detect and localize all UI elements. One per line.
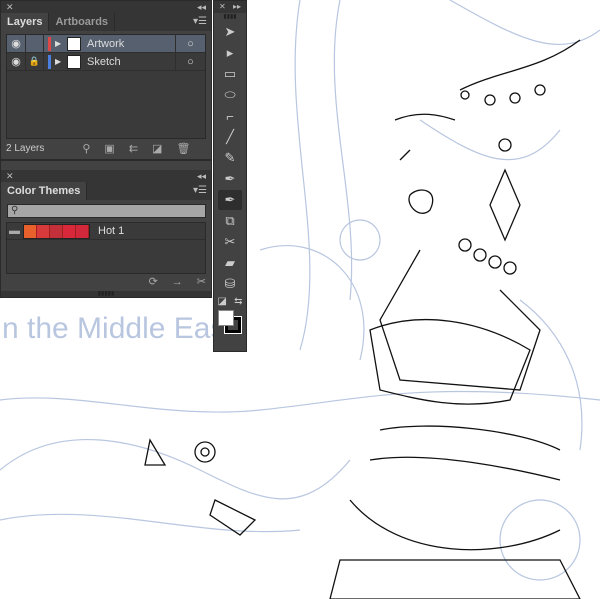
explore-icon[interactable]: ✂ xyxy=(197,275,206,288)
refresh-icon[interactable]: ⟳ xyxy=(149,275,158,288)
add-to-swatches-icon[interactable]: → xyxy=(172,276,183,288)
layer-count: 2 Layers xyxy=(6,143,45,154)
layers-list: ◉ ▶ Artwork ○ ◉ 🔒 ▶ Sketch ○ xyxy=(6,34,206,139)
collapse-icon[interactable]: ◂◂ xyxy=(197,1,206,13)
direct-selection-tool-icon[interactable]: ▸ xyxy=(218,43,242,63)
layer-color xyxy=(48,54,51,69)
locate-object-icon[interactable]: ⚲ xyxy=(82,142,90,155)
eraser-tool-icon[interactable]: ▰ xyxy=(218,253,242,273)
color-swatch[interactable] xyxy=(37,224,50,238)
tools-panel: ✕ ▸▸ ▮▮▮▮ ➤ ▸ ▭ ⬭ ⌐ ╱ ✎ ✒ ✒ ⧉ ✂ ▰ ⛁ ◪ ⇆ xyxy=(213,0,247,352)
new-layer-icon[interactable]: ◪ xyxy=(152,142,162,155)
lock-toggle[interactable] xyxy=(26,34,44,53)
themes-list: ▬ Hot 1 xyxy=(6,222,206,274)
color-themes-panel: ✕ ◂◂ Color Themes ▾☰ ⚲ ▬ Hot 1 ⟳ → ✂ ▮▮▮▮… xyxy=(0,160,212,298)
tab-layers[interactable]: Layers xyxy=(1,13,50,31)
eye-icon[interactable]: ◉ xyxy=(7,34,26,53)
panel-menu-icon[interactable]: ▾☰ xyxy=(193,185,207,196)
folder-icon: ▬ xyxy=(9,225,20,237)
rectangle-tool-icon[interactable]: ▭ xyxy=(218,64,242,84)
pen-tool-icon[interactable]: ✒ xyxy=(218,169,242,189)
color-swatch[interactable] xyxy=(76,224,89,238)
trash-icon[interactable]: 🗑 xyxy=(176,142,190,155)
color-swatch[interactable] xyxy=(63,224,76,238)
close-icon[interactable]: ✕ xyxy=(6,1,14,13)
layer-name[interactable]: Artwork xyxy=(87,38,175,50)
pencil-tool-icon[interactable]: ✎ xyxy=(218,148,242,168)
color-swatch[interactable] xyxy=(24,224,37,238)
theme-swatches xyxy=(23,223,90,239)
search-input[interactable]: ⚲ xyxy=(7,204,206,218)
panel-resize-grip[interactable]: ▮▮▮▮▮ xyxy=(1,291,211,297)
selection-tool-icon[interactable]: ➤ xyxy=(218,22,242,42)
scissors-tool-icon[interactable]: ✂ xyxy=(218,232,242,252)
close-icon[interactable]: ✕ xyxy=(6,170,14,182)
color-swatch[interactable] xyxy=(50,224,63,238)
expand-icon[interactable]: ▸▸ xyxy=(233,1,241,13)
collapse-icon[interactable]: ◂◂ xyxy=(197,170,206,182)
default-colors-icon[interactable]: ◪ xyxy=(218,296,227,307)
pen-anchor-tool-icon[interactable]: ✒ xyxy=(218,190,242,210)
layer-color xyxy=(48,36,51,51)
layer-thumbnail xyxy=(67,54,81,69)
clipping-mask-icon[interactable]: ▣ xyxy=(104,142,114,155)
layers-panel: ✕ ◂◂ Layers Artboards ▾☰ ◉ ▶ Artwork ○ ◉ … xyxy=(0,0,212,160)
panel-menu-icon[interactable]: ▾☰ xyxy=(193,16,207,27)
fill-color-swatch[interactable] xyxy=(218,310,234,326)
layer-thumbnail xyxy=(67,36,81,51)
theme-name: Hot 1 xyxy=(98,225,125,237)
toolbar-grip[interactable]: ▮▮▮▮ xyxy=(214,13,246,21)
tab-color-themes[interactable]: Color Themes xyxy=(1,182,88,200)
sketch-text: n the Middle East xyxy=(2,312,234,345)
line-tool-icon[interactable]: ╱ xyxy=(218,127,242,147)
expand-triangle-icon[interactable]: ▶ xyxy=(55,39,67,48)
tab-artboards[interactable]: Artboards xyxy=(49,13,116,31)
target-circle-icon[interactable]: ○ xyxy=(175,52,205,71)
layer-row-artwork[interactable]: ◉ ▶ Artwork ○ xyxy=(7,34,205,53)
polygon-tool-icon[interactable]: ⌐ xyxy=(218,106,242,126)
layer-row-sketch[interactable]: ◉ 🔒 ▶ Sketch ○ xyxy=(7,52,205,71)
close-icon[interactable]: ✕ xyxy=(219,1,226,13)
shape-builder-tool-icon[interactable]: ⧉ xyxy=(218,211,242,231)
expand-triangle-icon[interactable]: ▶ xyxy=(55,57,67,66)
eye-icon[interactable]: ◉ xyxy=(7,52,26,71)
layer-name[interactable]: Sketch xyxy=(87,56,175,68)
new-sublayer-icon[interactable]: ⇇ xyxy=(129,142,138,155)
search-icon: ⚲ xyxy=(11,205,19,216)
target-circle-icon[interactable]: ○ xyxy=(175,34,205,53)
swap-colors-icon[interactable]: ⇆ xyxy=(234,296,242,307)
symbol-sprayer-tool-icon[interactable]: ⛁ xyxy=(218,274,242,294)
ellipse-tool-icon[interactable]: ⬭ xyxy=(218,85,242,105)
theme-row[interactable]: ▬ Hot 1 xyxy=(7,223,205,240)
lock-icon[interactable]: 🔒 xyxy=(26,52,44,71)
